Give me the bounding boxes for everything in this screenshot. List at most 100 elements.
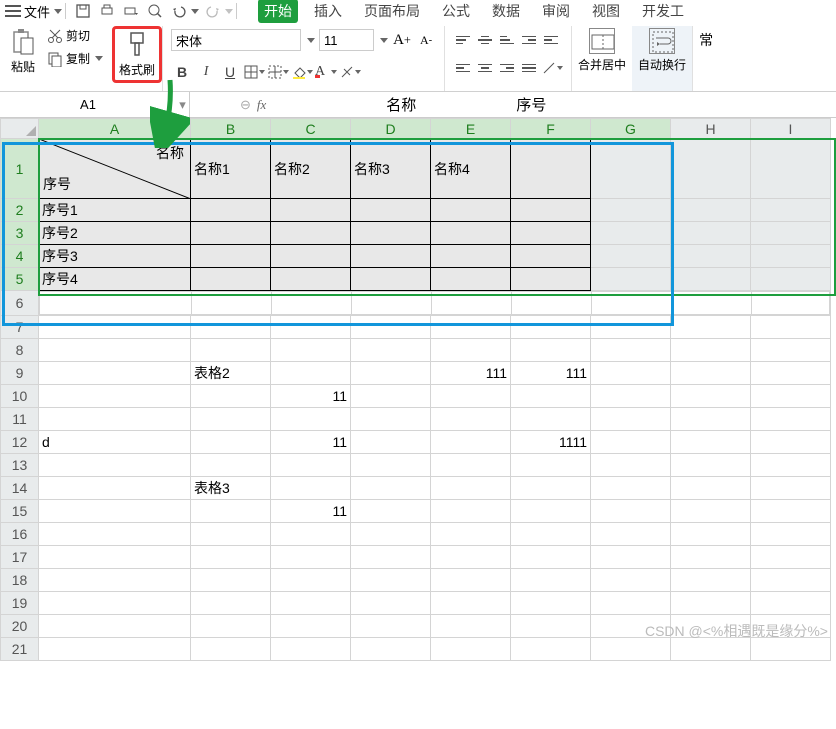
row-head-3[interactable]: 3 — [1, 222, 39, 245]
row-head-5[interactable]: 5 — [1, 268, 39, 291]
undo-drop-icon[interactable] — [191, 9, 199, 14]
cell-c1[interactable]: 名称2 — [271, 139, 351, 199]
row-head-18[interactable]: 18 — [1, 569, 39, 592]
tab-layout[interactable]: 页面布局 — [358, 0, 426, 23]
copy-button[interactable]: 复制 — [44, 49, 106, 68]
fill-color-button[interactable] — [291, 61, 313, 83]
orientation-button[interactable] — [541, 57, 563, 79]
tab-review[interactable]: 审阅 — [536, 0, 576, 23]
cell-d1[interactable]: 名称3 — [351, 139, 431, 199]
bold-button[interactable]: B — [171, 61, 193, 83]
row-head-21[interactable]: 21 — [1, 638, 39, 661]
cell-a2[interactable]: 序号1 — [39, 199, 191, 222]
tab-view[interactable]: 视图 — [586, 0, 626, 23]
col-head-i[interactable]: I — [751, 119, 831, 139]
row-head-10[interactable]: 10 — [1, 385, 39, 408]
select-all-corner[interactable] — [1, 119, 39, 139]
font-color-button[interactable]: A — [315, 61, 337, 83]
align-top-button[interactable] — [453, 30, 473, 50]
cell-f1[interactable] — [511, 139, 591, 199]
col-head-a[interactable]: A — [39, 119, 191, 139]
row-head-7[interactable]: 7 — [1, 316, 39, 339]
col-head-g[interactable]: G — [591, 119, 671, 139]
redo-drop-icon[interactable] — [225, 9, 233, 14]
row-head-19[interactable]: 19 — [1, 592, 39, 615]
qat-undo-icon[interactable] — [169, 1, 189, 21]
cell-a4[interactable]: 序号3 — [39, 245, 191, 268]
size-drop-icon[interactable] — [380, 38, 388, 43]
file-menu[interactable]: 文件 — [22, 2, 52, 21]
border-button[interactable] — [243, 61, 265, 83]
cell-i1[interactable] — [751, 139, 831, 199]
cell-g1[interactable] — [591, 139, 671, 199]
font-size-select[interactable] — [319, 29, 374, 51]
cell-b9[interactable]: 表格2 — [191, 362, 271, 385]
row-head-20[interactable]: 20 — [1, 615, 39, 638]
row-head-13[interactable]: 13 — [1, 454, 39, 477]
row-head-1[interactable]: 1 — [1, 139, 39, 199]
cell-a12[interactable]: d — [39, 431, 191, 454]
align-bottom-button[interactable] — [497, 30, 517, 50]
inner-border-button[interactable] — [267, 61, 289, 83]
row-head-16[interactable]: 16 — [1, 523, 39, 546]
align-middle-button[interactable] — [475, 30, 495, 50]
cell-h1[interactable] — [671, 139, 751, 199]
align-center-button[interactable] — [475, 58, 495, 78]
justify-button[interactable] — [519, 58, 539, 78]
name-box-input[interactable] — [0, 97, 176, 112]
row-head-2[interactable]: 2 — [1, 199, 39, 222]
decrease-font-icon[interactable]: A- — [416, 30, 436, 50]
tab-insert[interactable]: 插入 — [308, 0, 348, 23]
qat-redo-icon[interactable] — [203, 1, 223, 21]
row-head-8[interactable]: 8 — [1, 339, 39, 362]
tab-data[interactable]: 数据 — [486, 0, 526, 23]
wrap-text-button[interactable]: 自动换行 — [632, 26, 692, 91]
cell-c12[interactable]: 11 — [271, 431, 351, 454]
col-head-h[interactable]: H — [671, 119, 751, 139]
hamburger-icon[interactable] — [4, 2, 22, 20]
cut-button[interactable]: 剪切 — [44, 26, 106, 45]
cell-c10[interactable]: 11 — [271, 385, 351, 408]
col-head-d[interactable]: D — [351, 119, 431, 139]
paste-button[interactable]: 粘贴 — [6, 26, 40, 77]
cell-e9[interactable]: 111 — [431, 362, 511, 385]
row-head-14[interactable]: 14 — [1, 477, 39, 500]
row-head-6[interactable]: 6 — [1, 291, 39, 316]
font-name-select[interactable] — [171, 29, 301, 51]
indent-right-button[interactable] — [519, 30, 539, 50]
cell-f12[interactable]: 1111 — [511, 431, 591, 454]
row-head-17[interactable]: 17 — [1, 546, 39, 569]
qat-print-dropdown-icon[interactable] — [121, 1, 141, 21]
cancel-formula-icon[interactable]: ⊖ — [240, 97, 251, 113]
cell-b14[interactable]: 表格3 — [191, 477, 271, 500]
cell-a3[interactable]: 序号2 — [39, 222, 191, 245]
fx-icon[interactable]: fx — [257, 97, 266, 113]
cell-b1[interactable]: 名称1 — [191, 139, 271, 199]
qat-print-icon[interactable] — [97, 1, 117, 21]
font-drop-icon[interactable] — [307, 38, 315, 43]
clear-format-button[interactable] — [339, 61, 361, 83]
col-head-f[interactable]: F — [511, 119, 591, 139]
tab-formula[interactable]: 公式 — [436, 0, 476, 23]
align-right-button[interactable] — [497, 58, 517, 78]
cell-c15[interactable]: 11 — [271, 500, 351, 523]
indent-left-button[interactable] — [541, 30, 561, 50]
row-head-15[interactable]: 15 — [1, 500, 39, 523]
col-head-c[interactable]: C — [271, 119, 351, 139]
increase-font-icon[interactable]: A+ — [392, 30, 412, 50]
row-head-12[interactable]: 12 — [1, 431, 39, 454]
cell-e1[interactable]: 名称4 — [431, 139, 511, 199]
file-menu-drop-icon[interactable] — [54, 9, 62, 14]
qat-save-icon[interactable] — [73, 1, 93, 21]
row-head-9[interactable]: 9 — [1, 362, 39, 385]
col-head-b[interactable]: B — [191, 119, 271, 139]
cell-a1[interactable]: 名称 序号 — [39, 139, 191, 199]
tab-home[interactable]: 开始 — [258, 0, 298, 23]
format-painter-button[interactable]: 格式刷 — [112, 26, 162, 83]
spreadsheet-grid[interactable]: A B C D E F G H I 1 名称 序号 名称1 名称2 名称3 名称… — [0, 118, 836, 661]
underline-button[interactable]: U — [219, 61, 241, 83]
align-left-button[interactable] — [453, 58, 473, 78]
tab-dev[interactable]: 开发工 — [636, 0, 690, 23]
merge-center-button[interactable]: 合并居中 — [572, 26, 632, 91]
row-head-4[interactable]: 4 — [1, 245, 39, 268]
